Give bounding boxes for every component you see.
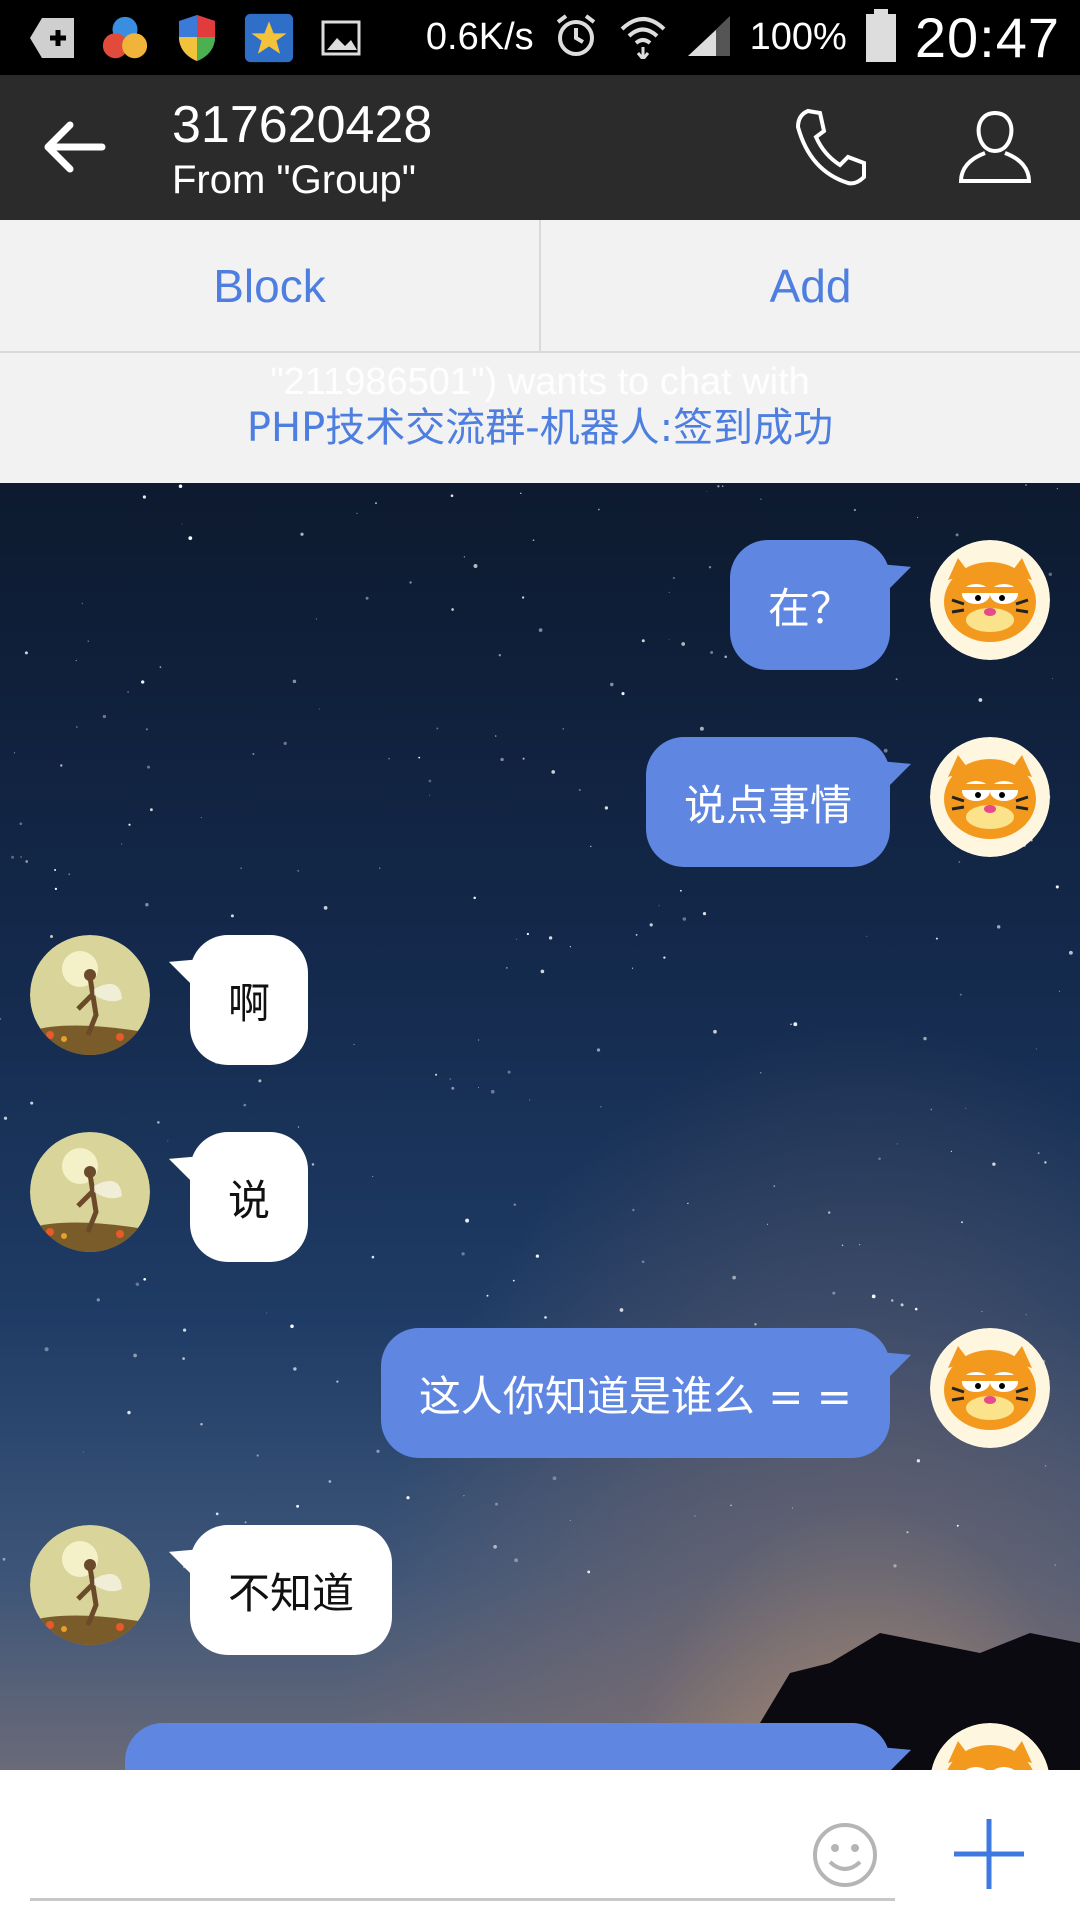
add-notification-icon — [28, 13, 78, 63]
status-bar: 0.6K/s 100% 20:47 — [0, 0, 1080, 75]
notice-banner: "211986501") wants to chat with PHP技术交流群… — [0, 353, 1080, 483]
more-button[interactable] — [950, 1815, 1028, 1893]
chat-header: 317620428 From "Group" — [0, 75, 1080, 220]
back-button[interactable] — [40, 117, 110, 177]
message-list[interactable]: 在？ 说点事情 啊 说 这人你知道是谁么 = = 不知道 — [0, 483, 1080, 1770]
notice-text[interactable]: PHP技术交流群-机器人:签到成功 — [0, 395, 1080, 453]
incoming-message[interactable]: 啊 — [190, 935, 309, 1065]
chat-subtitle: From "Group" — [172, 158, 417, 202]
fairy-avatar-icon — [30, 1525, 150, 1645]
emoji-button[interactable] — [810, 1820, 880, 1890]
incoming-message[interactable]: 不知道 — [190, 1525, 393, 1655]
my-avatar[interactable] — [930, 737, 1050, 857]
outgoing-message[interactable]: 在？ — [729, 540, 890, 670]
battery-icon — [865, 8, 897, 67]
profile-icon — [958, 110, 1032, 183]
clock: 20:47 — [914, 6, 1060, 69]
outgoing-message[interactable] — [125, 1723, 890, 1770]
network-speed: 0.6K/s — [425, 16, 534, 58]
back-arrow-icon — [44, 121, 106, 173]
my-avatar[interactable] — [930, 1328, 1050, 1448]
add-button[interactable]: Add — [541, 220, 1080, 351]
wifi-icon — [618, 13, 668, 63]
garfield-avatar-icon — [930, 1328, 1050, 1448]
smiley-icon — [813, 1823, 877, 1887]
outgoing-message[interactable]: 这人你知道是谁么 = = — [380, 1328, 890, 1458]
message-input[interactable] — [30, 1810, 794, 1892]
fairy-avatar-icon — [30, 935, 150, 1055]
outgoing-message[interactable]: 说点事情 — [645, 737, 890, 867]
profile-button[interactable] — [955, 105, 1035, 189]
signal-icon — [686, 14, 732, 62]
phone-icon — [795, 108, 866, 186]
compose-bar — [0, 1770, 1080, 1920]
input-underline — [30, 1898, 895, 1901]
mountain-silhouette — [700, 1633, 1080, 1770]
color-app-icon — [100, 13, 150, 63]
battery-percent: 100% — [749, 16, 847, 58]
plus-icon — [954, 1819, 1024, 1889]
incoming-message[interactable]: 说 — [190, 1132, 309, 1262]
contact-avatar[interactable] — [30, 1132, 150, 1252]
image-icon — [316, 13, 366, 63]
star-app-icon — [244, 13, 294, 63]
chat-title: 317620428 — [172, 96, 433, 154]
garfield-avatar-icon — [930, 540, 1050, 660]
block-button[interactable]: Block — [0, 220, 541, 351]
stranger-actions: Block Add — [0, 220, 1080, 353]
my-avatar[interactable] — [930, 540, 1050, 660]
call-button[interactable] — [790, 105, 870, 189]
contact-avatar[interactable] — [30, 1525, 150, 1645]
fairy-avatar-icon — [30, 1132, 150, 1252]
garfield-avatar-icon — [930, 737, 1050, 857]
contact-avatar[interactable] — [30, 935, 150, 1055]
alarm-icon — [552, 12, 600, 64]
shield-icon — [172, 13, 222, 63]
